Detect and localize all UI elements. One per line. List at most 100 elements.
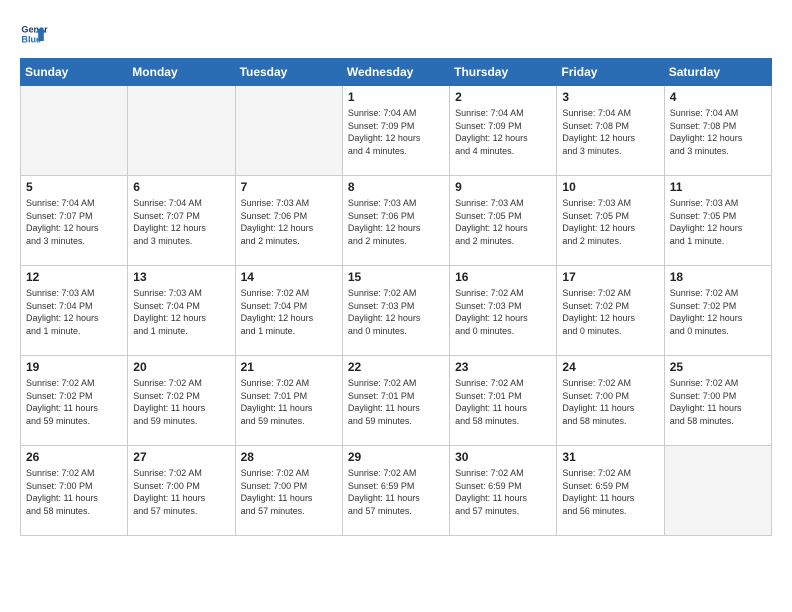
calendar-cell: 12 Sunrise: 7:03 AM Sunset: 7:04 PM Dayli… (21, 266, 128, 356)
day-info: Sunrise: 7:02 AM Sunset: 6:59 PM Dayligh… (455, 467, 551, 517)
day-info: Sunrise: 7:04 AM Sunset: 7:07 PM Dayligh… (133, 197, 229, 247)
day-number: 15 (348, 270, 444, 284)
day-info: Sunrise: 7:02 AM Sunset: 7:02 PM Dayligh… (562, 287, 658, 337)
weekday-header: Wednesday (342, 59, 449, 86)
calendar-cell: 28 Sunrise: 7:02 AM Sunset: 7:00 PM Dayli… (235, 446, 342, 536)
day-number: 2 (455, 90, 551, 104)
day-info: Sunrise: 7:02 AM Sunset: 7:02 PM Dayligh… (26, 377, 122, 427)
calendar-week-row: 19 Sunrise: 7:02 AM Sunset: 7:02 PM Dayli… (21, 356, 772, 446)
day-number: 28 (241, 450, 337, 464)
day-number: 19 (26, 360, 122, 374)
day-number: 11 (670, 180, 766, 194)
calendar-cell: 18Sunrise: 7:02 AM Sunset: 7:02 PM Dayli… (664, 266, 771, 356)
day-info: Sunrise: 7:03 AM Sunset: 7:05 PM Dayligh… (562, 197, 658, 247)
calendar-cell: 20 Sunrise: 7:02 AM Sunset: 7:02 PM Dayli… (128, 356, 235, 446)
calendar-week-row: 1 Sunrise: 7:04 AM Sunset: 7:09 PM Daylig… (21, 86, 772, 176)
calendar-cell: 5 Sunrise: 7:04 AM Sunset: 7:07 PM Daylig… (21, 176, 128, 266)
day-info: Sunrise: 7:02 AM Sunset: 7:01 PM Dayligh… (455, 377, 551, 427)
calendar-cell: 24Sunrise: 7:02 AM Sunset: 7:00 PM Dayli… (557, 356, 664, 446)
calendar-table: SundayMondayTuesdayWednesdayThursdayFrid… (20, 58, 772, 536)
calendar-cell: 19 Sunrise: 7:02 AM Sunset: 7:02 PM Dayli… (21, 356, 128, 446)
calendar-cell: 13 Sunrise: 7:03 AM Sunset: 7:04 PM Dayli… (128, 266, 235, 356)
weekday-header: Saturday (664, 59, 771, 86)
day-info: Sunrise: 7:02 AM Sunset: 7:00 PM Dayligh… (241, 467, 337, 517)
calendar-cell: 9Sunrise: 7:03 AM Sunset: 7:05 PM Daylig… (450, 176, 557, 266)
svg-text:General: General (21, 25, 48, 35)
day-number: 22 (348, 360, 444, 374)
calendar-cell: 31 Sunrise: 7:02 AM Sunset: 6:59 PM Dayli… (557, 446, 664, 536)
day-info: Sunrise: 7:03 AM Sunset: 7:06 PM Dayligh… (348, 197, 444, 247)
day-number: 5 (26, 180, 122, 194)
day-number: 10 (562, 180, 658, 194)
day-info: Sunrise: 7:03 AM Sunset: 7:05 PM Dayligh… (455, 197, 551, 247)
calendar-cell (21, 86, 128, 176)
calendar-cell: 16Sunrise: 7:02 AM Sunset: 7:03 PM Dayli… (450, 266, 557, 356)
day-info: Sunrise: 7:02 AM Sunset: 7:03 PM Dayligh… (348, 287, 444, 337)
calendar-cell: 30 Sunrise: 7:02 AM Sunset: 6:59 PM Dayli… (450, 446, 557, 536)
calendar-cell: 29Sunrise: 7:02 AM Sunset: 6:59 PM Dayli… (342, 446, 449, 536)
calendar-cell: 6Sunrise: 7:04 AM Sunset: 7:07 PM Daylig… (128, 176, 235, 266)
logo-icon: General Blue (20, 20, 48, 48)
calendar-cell: 3 Sunrise: 7:04 AM Sunset: 7:08 PM Daylig… (557, 86, 664, 176)
day-number: 31 (562, 450, 658, 464)
day-info: Sunrise: 7:02 AM Sunset: 7:04 PM Dayligh… (241, 287, 337, 337)
calendar-week-row: 26 Sunrise: 7:02 AM Sunset: 7:00 PM Dayli… (21, 446, 772, 536)
day-number: 1 (348, 90, 444, 104)
calendar-cell: 7 Sunrise: 7:03 AM Sunset: 7:06 PM Daylig… (235, 176, 342, 266)
day-info: Sunrise: 7:03 AM Sunset: 7:05 PM Dayligh… (670, 197, 766, 247)
day-info: Sunrise: 7:02 AM Sunset: 7:02 PM Dayligh… (670, 287, 766, 337)
calendar-cell: 10 Sunrise: 7:03 AM Sunset: 7:05 PM Dayli… (557, 176, 664, 266)
day-info: Sunrise: 7:04 AM Sunset: 7:08 PM Dayligh… (670, 107, 766, 157)
day-info: Sunrise: 7:03 AM Sunset: 7:04 PM Dayligh… (26, 287, 122, 337)
day-number: 30 (455, 450, 551, 464)
calendar-cell: 25Sunrise: 7:02 AM Sunset: 7:00 PM Dayli… (664, 356, 771, 446)
weekday-header: Sunday (21, 59, 128, 86)
day-info: Sunrise: 7:04 AM Sunset: 7:09 PM Dayligh… (455, 107, 551, 157)
calendar-cell (128, 86, 235, 176)
svg-text:Blue: Blue (21, 34, 41, 44)
calendar-cell: 8Sunrise: 7:03 AM Sunset: 7:06 PM Daylig… (342, 176, 449, 266)
calendar-cell: 21Sunrise: 7:02 AM Sunset: 7:01 PM Dayli… (235, 356, 342, 446)
day-number: 12 (26, 270, 122, 284)
day-info: Sunrise: 7:04 AM Sunset: 7:08 PM Dayligh… (562, 107, 658, 157)
weekday-header: Friday (557, 59, 664, 86)
day-number: 23 (455, 360, 551, 374)
day-info: Sunrise: 7:04 AM Sunset: 7:07 PM Dayligh… (26, 197, 122, 247)
day-number: 26 (26, 450, 122, 464)
day-number: 16 (455, 270, 551, 284)
weekday-header: Monday (128, 59, 235, 86)
calendar-cell: 4 Sunrise: 7:04 AM Sunset: 7:08 PM Daylig… (664, 86, 771, 176)
day-info: Sunrise: 7:02 AM Sunset: 7:01 PM Dayligh… (348, 377, 444, 427)
calendar-cell: 17 Sunrise: 7:02 AM Sunset: 7:02 PM Dayli… (557, 266, 664, 356)
logo: General Blue (20, 20, 52, 48)
calendar-cell: 27Sunrise: 7:02 AM Sunset: 7:00 PM Dayli… (128, 446, 235, 536)
day-number: 4 (670, 90, 766, 104)
calendar-cell: 14 Sunrise: 7:02 AM Sunset: 7:04 PM Dayli… (235, 266, 342, 356)
weekday-header: Tuesday (235, 59, 342, 86)
day-number: 7 (241, 180, 337, 194)
page-header: General Blue (20, 20, 772, 48)
day-info: Sunrise: 7:02 AM Sunset: 7:02 PM Dayligh… (133, 377, 229, 427)
day-info: Sunrise: 7:03 AM Sunset: 7:04 PM Dayligh… (133, 287, 229, 337)
day-info: Sunrise: 7:02 AM Sunset: 7:00 PM Dayligh… (562, 377, 658, 427)
day-info: Sunrise: 7:02 AM Sunset: 6:59 PM Dayligh… (562, 467, 658, 517)
calendar-cell: 23 Sunrise: 7:02 AM Sunset: 7:01 PM Dayli… (450, 356, 557, 446)
calendar-cell: 1Sunrise: 7:04 AM Sunset: 7:09 PM Daylig… (342, 86, 449, 176)
day-info: Sunrise: 7:02 AM Sunset: 7:00 PM Dayligh… (26, 467, 122, 517)
day-number: 27 (133, 450, 229, 464)
day-info: Sunrise: 7:03 AM Sunset: 7:06 PM Dayligh… (241, 197, 337, 247)
day-number: 14 (241, 270, 337, 284)
day-number: 20 (133, 360, 229, 374)
calendar-week-row: 12 Sunrise: 7:03 AM Sunset: 7:04 PM Dayli… (21, 266, 772, 356)
day-number: 29 (348, 450, 444, 464)
day-number: 3 (562, 90, 658, 104)
calendar-header-row: SundayMondayTuesdayWednesdayThursdayFrid… (21, 59, 772, 86)
calendar-cell: 15 Sunrise: 7:02 AM Sunset: 7:03 PM Dayli… (342, 266, 449, 356)
day-number: 13 (133, 270, 229, 284)
calendar-cell (664, 446, 771, 536)
calendar-cell (235, 86, 342, 176)
day-number: 25 (670, 360, 766, 374)
day-number: 17 (562, 270, 658, 284)
day-info: Sunrise: 7:02 AM Sunset: 7:01 PM Dayligh… (241, 377, 337, 427)
calendar-week-row: 5 Sunrise: 7:04 AM Sunset: 7:07 PM Daylig… (21, 176, 772, 266)
